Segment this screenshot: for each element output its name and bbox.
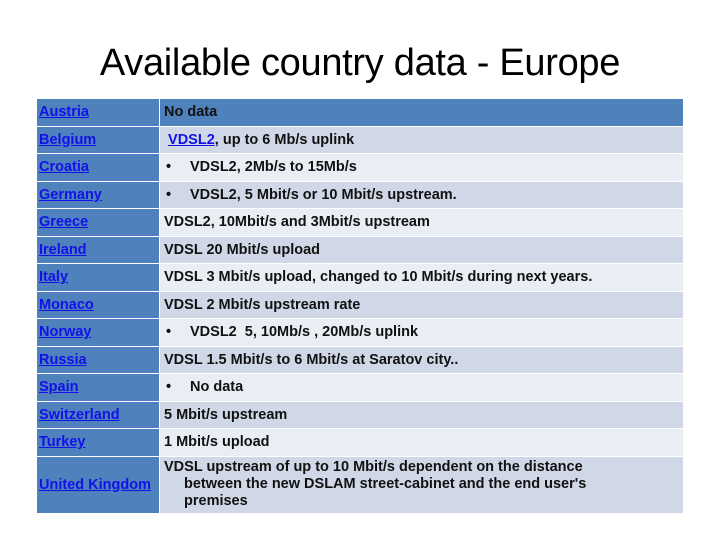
country-link-italy[interactable]: Italy — [39, 269, 68, 285]
country-link-greece[interactable]: Greece — [39, 214, 88, 230]
info-cell: VDSL2, 10Mbit/s and 3Mbit/s upstream — [160, 209, 683, 237]
info-cell: • VDSL2 5, 10Mb/s , 20Mb/s uplink — [160, 319, 683, 347]
country-link-norway[interactable]: Norway — [39, 324, 91, 340]
table-row-switzerland: Switzerland 5 Mbit/s upstream — [37, 401, 683, 429]
table-row-austria: Austria No data — [37, 99, 683, 127]
info-line: VDSL upstream of up to 10 Mbit/s depende… — [164, 459, 583, 475]
country-cell: United Kingdom — [37, 456, 160, 514]
info-cell: VDSL 20 Mbit/s upload — [160, 236, 683, 264]
table-row-croatia: Croatia • VDSL2, 2Mb/s to 15Mb/s — [37, 154, 683, 182]
country-link-switzerland[interactable]: Switzerland — [39, 407, 120, 423]
country-cell: Croatia — [37, 154, 160, 182]
country-cell: Spain — [37, 374, 160, 402]
table-row-belgium: Belgium VDSL2, up to 6 Mb/s uplink — [37, 126, 683, 154]
info-cell: • VDSL2, 5 Mbit/s or 10 Mbit/s upstream. — [160, 181, 683, 209]
country-cell: Austria — [37, 99, 160, 127]
country-link-ireland[interactable]: Ireland — [39, 242, 87, 258]
country-cell: Norway — [37, 319, 160, 347]
country-cell: Monaco — [37, 291, 160, 319]
info-cell: VDSL 3 Mbit/s upload, changed to 10 Mbit… — [160, 264, 683, 292]
country-cell: Russia — [37, 346, 160, 374]
table-row-ireland: Ireland VDSL 20 Mbit/s upload — [37, 236, 683, 264]
info-text: , up to 6 Mb/s uplink — [214, 131, 355, 148]
table-row-germany: Germany • VDSL2, 5 Mbit/s or 10 Mbit/s up… — [37, 181, 683, 209]
country-link-croatia[interactable]: Croatia — [39, 159, 89, 175]
country-link-belgium[interactable]: Belgium — [39, 132, 96, 148]
table-row-italy: Italy VDSL 3 Mbit/s upload, changed to 1… — [37, 264, 683, 292]
info-text: VDSL2, 2Mb/s to 15Mb/s — [190, 159, 357, 176]
info-cell: VDSL 1.5 Mbit/s to 6 Mbit/s at Saratov c… — [160, 346, 683, 374]
country-link-united-kingdom[interactable]: United Kingdom — [39, 477, 151, 493]
country-link-spain[interactable]: Spain — [39, 379, 78, 395]
info-text: VDSL2, 5 Mbit/s or 10 Mbit/s upstream. — [190, 186, 457, 203]
bullet-icon: • — [166, 186, 172, 203]
country-link-russia[interactable]: Russia — [39, 352, 87, 368]
country-cell: Ireland — [37, 236, 160, 264]
country-cell: Switzerland — [37, 401, 160, 429]
country-link-turkey[interactable]: Turkey — [39, 434, 85, 450]
country-cell: Turkey — [37, 429, 160, 457]
info-cell: VDSL upstream of up to 10 Mbit/s depende… — [160, 456, 683, 514]
country-cell: Italy — [37, 264, 160, 292]
country-cell: Belgium — [37, 126, 160, 154]
country-cell: Germany — [37, 181, 160, 209]
table-row-turkey: Turkey 1 Mbit/s upload — [37, 429, 683, 457]
bullet-icon: • — [166, 379, 172, 396]
info-cell: VDSL 2 Mbit/s upstream rate — [160, 291, 683, 319]
country-link-austria[interactable]: Austria — [39, 104, 89, 120]
table-row-russia: Russia VDSL 1.5 Mbit/s to 6 Mbit/s at Sa… — [37, 346, 683, 374]
table-row-monaco: Monaco VDSL 2 Mbit/s upstream rate — [37, 291, 683, 319]
country-data-table: Austria No data Belgium VDSL2, up to 6 M… — [37, 99, 683, 514]
country-link-monaco[interactable]: Monaco — [39, 297, 94, 313]
info-text: No data — [190, 379, 244, 396]
table-row-norway: Norway • VDSL2 5, 10Mb/s , 20Mb/s uplink — [37, 319, 683, 347]
info-cell: 5 Mbit/s upstream — [160, 401, 683, 429]
country-link-germany[interactable]: Germany — [39, 187, 102, 203]
info-cell: No data — [160, 99, 683, 127]
info-text: VDSL2 5, 10Mb/s , 20Mb/s uplink — [190, 324, 419, 341]
table-row-spain: Spain • No data — [37, 374, 683, 402]
info-cell: VDSL2, up to 6 Mb/s uplink — [160, 126, 683, 154]
slide-title: Available country data - Europe — [99, 42, 621, 84]
info-line: premises — [184, 493, 248, 509]
info-cell: 1 Mbit/s upload — [160, 429, 683, 457]
table-row-greece: Greece VDSL2, 10Mbit/s and 3Mbit/s upstr… — [37, 209, 683, 237]
info-cell: • VDSL2, 2Mb/s to 15Mb/s — [160, 154, 683, 182]
vdsl2-link[interactable]: VDSL2 — [168, 132, 215, 148]
country-cell: Greece — [37, 209, 160, 237]
info-cell: • No data — [160, 374, 683, 402]
table-row-united-kingdom: United Kingdom VDSL upstream of up to 10… — [37, 456, 683, 514]
bullet-icon: • — [166, 324, 172, 341]
info-line: between the new DSLAM street-cabinet and… — [184, 476, 587, 492]
bullet-icon: • — [166, 159, 172, 176]
